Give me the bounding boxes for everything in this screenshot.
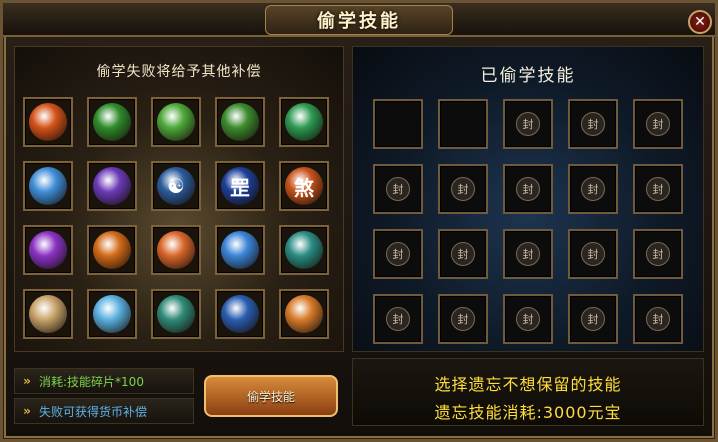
compensation-bar: » 失败可获得货币补偿 xyxy=(14,398,194,424)
seal-lock-icon: 封 xyxy=(386,242,410,266)
learned-slot-empty[interactable] xyxy=(373,99,423,149)
skill-slot-ice-slash[interactable] xyxy=(23,161,73,211)
skill-slot-purple-hands[interactable] xyxy=(87,161,137,211)
cost-label: 消耗:技能碎片*100 xyxy=(39,374,144,389)
seal-lock-icon: 封 xyxy=(646,177,670,201)
seal-lock-icon: 封 xyxy=(646,307,670,331)
window-title: 偷学技能 xyxy=(265,5,453,35)
seal-lock-icon: 封 xyxy=(581,177,605,201)
seal-lock-icon: 封 xyxy=(516,242,540,266)
skill-slot-green-spirit[interactable] xyxy=(87,97,137,147)
skill-slot-blue-eye[interactable] xyxy=(215,289,265,339)
forget-cost: 遗忘技能消耗:3000元宝 xyxy=(434,403,622,422)
blue-rune-icon: 罡 xyxy=(221,167,259,205)
learned-slot-locked[interactable]: 封 xyxy=(568,294,618,344)
learned-slot-locked[interactable]: 封 xyxy=(373,229,423,279)
learned-slot-locked[interactable]: 封 xyxy=(503,294,553,344)
learned-slot-locked[interactable]: 封 xyxy=(503,229,553,279)
skill-slot-skeleton[interactable] xyxy=(23,289,73,339)
cost-bar: » 消耗:技能碎片*100 xyxy=(14,368,194,394)
seal-lock-icon: 封 xyxy=(516,112,540,136)
skill-slot-taiji[interactable]: ☯ xyxy=(151,161,201,211)
fire-heart-icon xyxy=(157,231,195,269)
seal-lock-icon: 封 xyxy=(646,242,670,266)
learned-slot-locked[interactable]: 封 xyxy=(633,294,683,344)
seal-lock-icon: 封 xyxy=(516,307,540,331)
skill-slot-green-swirl[interactable] xyxy=(279,97,329,147)
skill-slot-fire-rune[interactable]: 煞 xyxy=(279,161,329,211)
skill-slot-green-blade[interactable] xyxy=(151,289,201,339)
skill-slot-green-orb[interactable] xyxy=(215,97,265,147)
learned-skills-panel: 已偷学技能 封封封封封封封封封封封封封封封封封封 xyxy=(352,46,704,352)
blue-eye-icon xyxy=(221,295,259,333)
compensation-label: 失败可获得货币补偿 xyxy=(39,404,148,419)
learned-slot-locked[interactable]: 封 xyxy=(568,99,618,149)
steal-skill-button[interactable]: 偷学技能 xyxy=(204,375,338,417)
seal-lock-icon: 封 xyxy=(646,112,670,136)
skill-slot-fire-ring[interactable] xyxy=(87,225,137,275)
skill-slot-ice-strike[interactable] xyxy=(215,225,265,275)
fire-rune-icon: 煞 xyxy=(285,167,323,205)
double-arrow-icon: » xyxy=(23,374,31,388)
seal-lock-icon: 封 xyxy=(386,177,410,201)
learned-slot-locked[interactable]: 封 xyxy=(633,99,683,149)
ice-strike-icon xyxy=(221,231,259,269)
close-button[interactable]: ✕ xyxy=(688,10,712,34)
ice-slash-icon xyxy=(29,167,67,205)
learned-slot-locked[interactable]: 封 xyxy=(373,294,423,344)
learned-slot-locked[interactable]: 封 xyxy=(438,294,488,344)
skeleton-icon xyxy=(29,295,67,333)
double-arrow-icon: » xyxy=(23,404,31,418)
forget-hint: 选择遗忘不想保留的技能 xyxy=(434,375,622,394)
seal-lock-icon: 封 xyxy=(581,242,605,266)
seal-lock-icon: 封 xyxy=(581,307,605,331)
seal-lock-icon: 封 xyxy=(451,177,475,201)
taiji-icon: ☯ xyxy=(157,167,195,205)
green-swirl-icon xyxy=(285,103,323,141)
seal-lock-icon: 封 xyxy=(516,177,540,201)
purple-flower-icon xyxy=(29,231,67,269)
green-spirit-icon xyxy=(93,103,131,141)
skill-slot-blue-rune[interactable]: 罡 xyxy=(215,161,265,211)
learned-slot-locked[interactable]: 封 xyxy=(438,164,488,214)
fire-slash-icon xyxy=(29,103,67,141)
seal-lock-icon: 封 xyxy=(386,307,410,331)
skill-slot-teal-claw[interactable] xyxy=(279,225,329,275)
fire-ring-icon xyxy=(93,231,131,269)
learned-slot-locked[interactable]: 封 xyxy=(503,99,553,149)
learned-slot-locked[interactable]: 封 xyxy=(633,164,683,214)
learned-slot-locked[interactable]: 封 xyxy=(438,229,488,279)
seal-lock-icon: 封 xyxy=(451,242,475,266)
learned-slot-locked[interactable]: 封 xyxy=(568,164,618,214)
learned-skills-heading: 已偷学技能 xyxy=(480,66,576,86)
skill-slot-green-whirl[interactable] xyxy=(151,97,201,147)
seal-lock-icon: 封 xyxy=(581,112,605,136)
forget-info-panel: 选择遗忘不想保留的技能 遗忘技能消耗:3000元宝 xyxy=(352,358,704,426)
purple-hands-icon xyxy=(93,167,131,205)
skill-pool-panel: 偷学失败将给予其他补偿 ☯ 罡煞 xyxy=(14,46,344,352)
title-bar: 偷学技能 xyxy=(3,3,715,37)
learned-slot-locked[interactable]: 封 xyxy=(633,229,683,279)
learned-slot-empty[interactable] xyxy=(438,99,488,149)
skill-slot-fire-heart[interactable] xyxy=(151,225,201,275)
learned-slot-locked[interactable]: 封 xyxy=(373,164,423,214)
green-blade-icon xyxy=(157,295,195,333)
fire-meteor-icon xyxy=(285,295,323,333)
seal-lock-icon: 封 xyxy=(451,307,475,331)
ice-wave-icon xyxy=(93,295,131,333)
skill-slot-fire-slash[interactable] xyxy=(23,97,73,147)
learned-slot-locked[interactable]: 封 xyxy=(503,164,553,214)
skill-pool-heading: 偷学失败将给予其他补偿 xyxy=(96,64,262,80)
skill-slot-fire-meteor[interactable] xyxy=(279,289,329,339)
skill-slot-ice-wave[interactable] xyxy=(87,289,137,339)
green-whirl-icon xyxy=(157,103,195,141)
teal-claw-icon xyxy=(285,231,323,269)
green-orb-icon xyxy=(221,103,259,141)
learned-slot-locked[interactable]: 封 xyxy=(568,229,618,279)
skill-slot-purple-flower[interactable] xyxy=(23,225,73,275)
